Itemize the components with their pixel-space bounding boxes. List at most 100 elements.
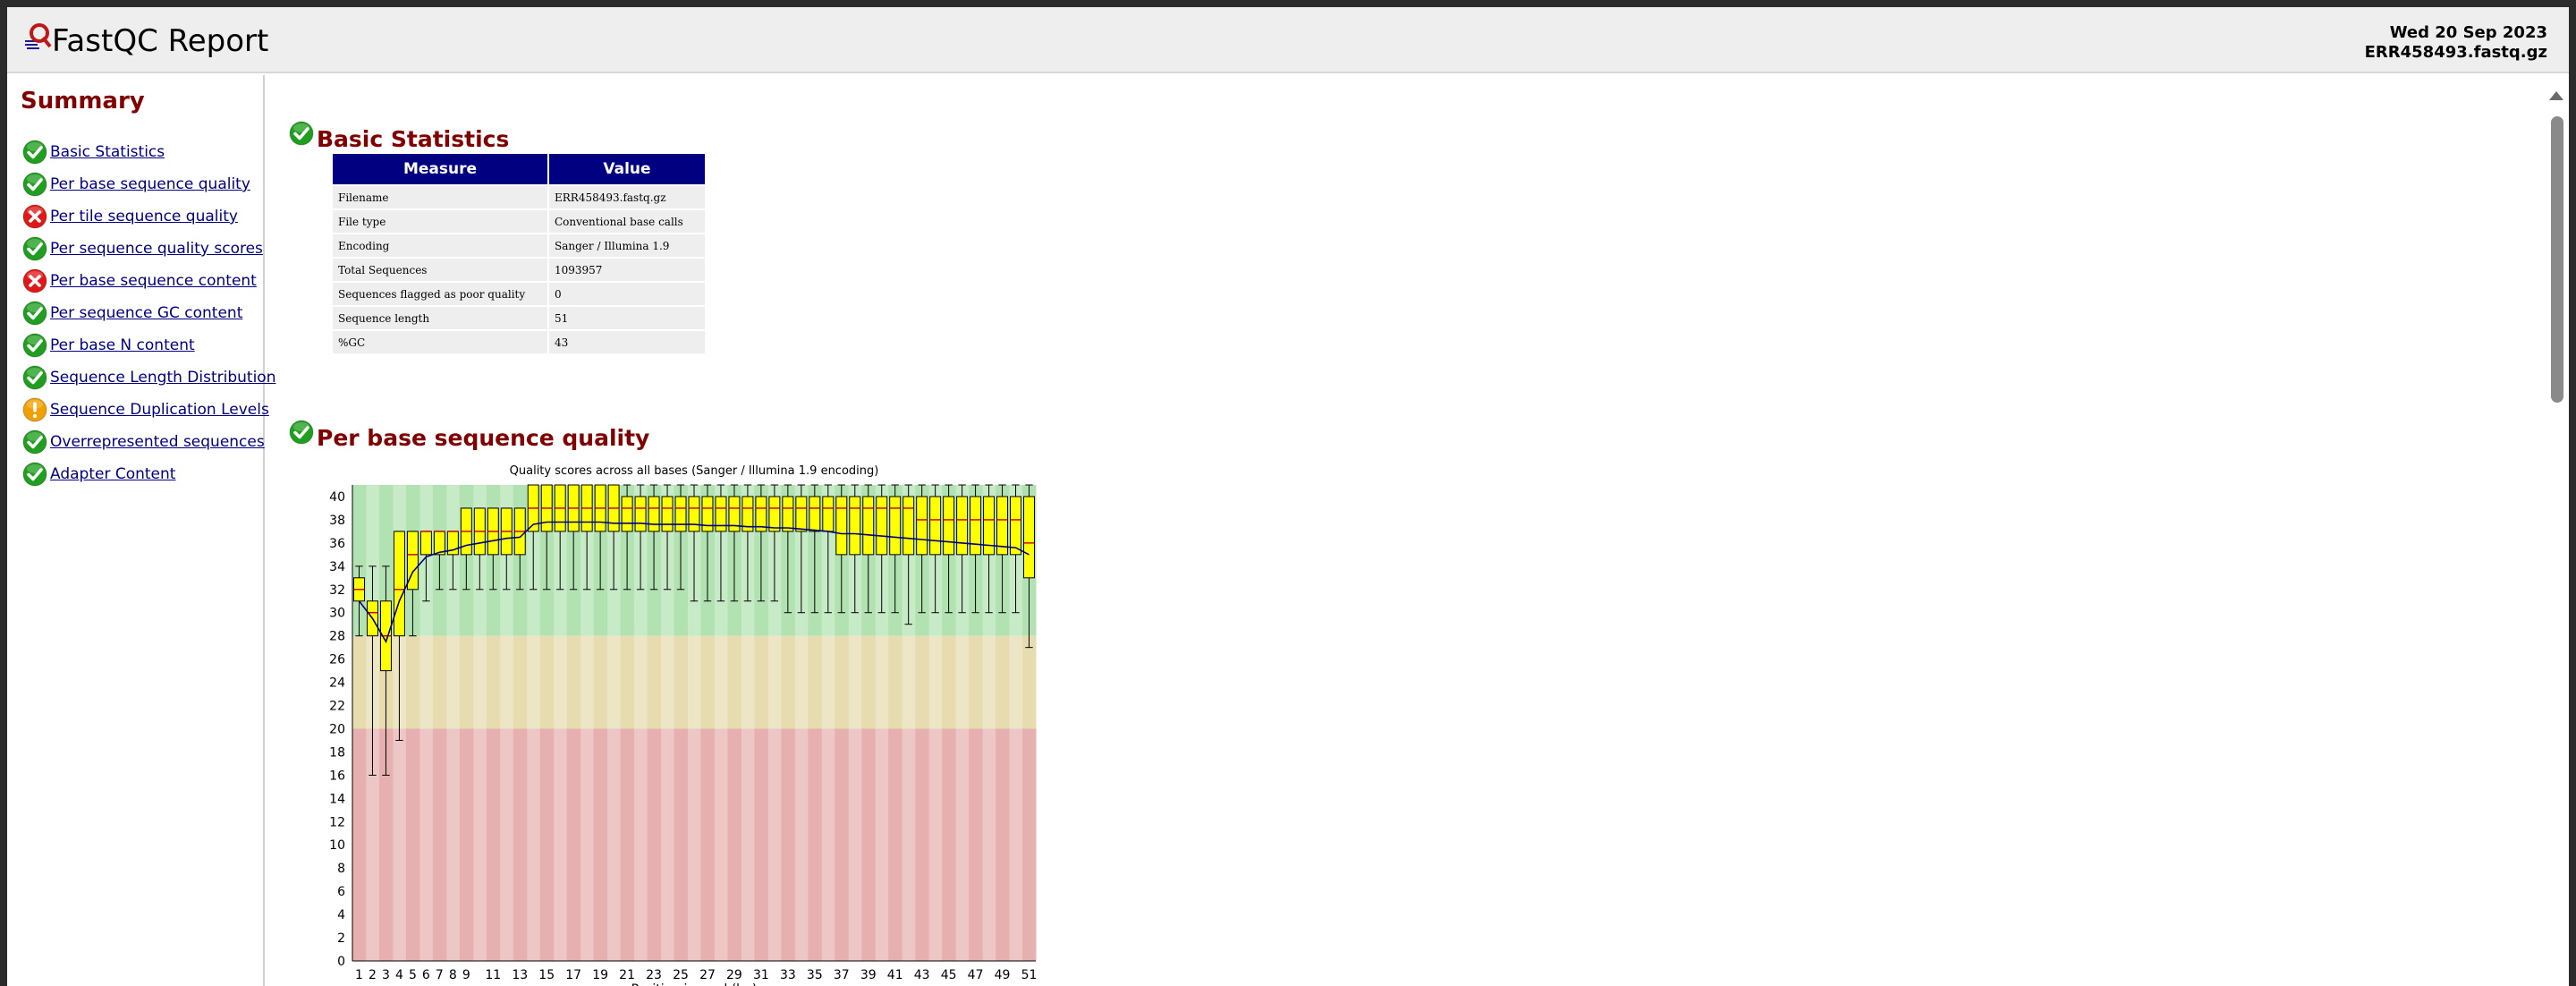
quality-zone-acceptable [727,635,741,729]
quality-zone-acceptable [848,635,862,729]
quality-zone-acceptable [432,635,447,729]
box-iqr [876,496,888,556]
quality-zone-acceptable [647,635,662,729]
quality-zone-poor [472,728,487,961]
quality-zone-acceptable [553,635,568,729]
x-tick-label: 39 [860,968,877,982]
quality-zone-poor [620,728,635,961]
x-tick-label: 13 [512,968,528,982]
y-tick-label: 30 [329,607,345,621]
check-circle-icon [21,332,48,359]
quality-zone-acceptable [459,635,474,729]
check-circle-icon [21,300,48,327]
y-tick-label: 6 [337,885,345,899]
quality-zone-acceptable [472,635,487,729]
scroll-up-arrow-icon[interactable] [2549,91,2563,100]
quality-zone-poor [942,728,956,961]
quality-zone-acceptable [794,635,809,729]
box-iqr [621,496,633,532]
report-main: Basic Statistics Measure Value Filename E… [267,75,2544,986]
summary-title: Summary [21,88,145,115]
quality-zone-acceptable [888,635,902,729]
y-tick-label: 32 [329,583,345,598]
module-link[interactable]: Per sequence GC content [50,304,242,322]
module-link[interactable]: Overrepresented sequences [50,433,265,451]
box-iqr [809,496,821,532]
vertical-scrollbar[interactable] [2544,75,2569,986]
quality-zone-acceptable [808,635,822,729]
y-tick-label: 0 [337,955,345,969]
basic-statistics-title: Basic Statistics [317,125,510,152]
module-link[interactable]: Per base N content [50,336,195,354]
box-iqr [795,496,808,532]
box-iqr [849,496,861,556]
quality-zone-poor [727,728,741,961]
y-tick-label: 34 [329,560,345,574]
x-tick-label: 51 [1021,968,1038,982]
quality-zone-poor [915,728,929,961]
module-item: Sequence Duplication Levels [21,394,275,426]
quality-zone-poor [861,728,876,961]
box-iqr [902,496,915,556]
check-circle-icon [21,429,48,455]
module-link[interactable]: Per tile sequence quality [50,208,238,225]
y-tick-label: 18 [329,745,345,760]
scroll-thumb[interactable] [2551,116,2563,403]
module-item: Per sequence GC content [21,297,275,329]
quality-zone-poor [687,728,701,961]
x-tick-label: 9 [462,968,470,982]
quality-zone-poor [486,728,501,961]
summary-sidebar: Summary Basic Statistics Per base sequenc… [7,75,275,986]
x-tick-label: 3 [382,968,390,982]
box-iqr [835,496,848,556]
quality-zone-acceptable [754,635,768,729]
quality-zone-acceptable [942,635,956,729]
value-cell: 51 [549,307,705,329]
value-cell: Sanger / Illumina 1.9 [549,234,705,257]
x-axis-label: Position in read (bp) [631,982,758,986]
x-tick-label: 5 [409,968,417,982]
y-tick-label: 28 [329,630,345,644]
module-link[interactable]: Adapter Content [50,465,175,483]
y-tick-label: 20 [329,722,345,736]
module-link[interactable]: Sequence Duplication Levels [50,401,269,419]
quality-zone-acceptable [781,635,795,729]
module-link[interactable]: Sequence Length Distribution [50,369,275,387]
quality-zone-acceptable [352,635,367,729]
quality-zone-poor [767,728,782,961]
quality-zone-poor [982,728,996,961]
y-tick-label: 26 [329,653,345,667]
basic-statistics-table: Measure Value Filename ERR458493.fastq.gz… [331,152,707,355]
value-cell: 43 [549,331,705,353]
x-tick-label: 6 [422,968,430,982]
box-iqr [648,496,660,532]
check-circle-icon [21,139,48,166]
y-tick-label: 38 [329,514,345,528]
table-row: %GC 43 [333,331,705,353]
quality-zone-acceptable [1022,635,1037,729]
value-cell: 1093957 [549,259,705,281]
module-item: Per sequence quality scores [21,233,275,265]
box-iqr [889,496,902,556]
check-circle-icon [21,171,48,198]
quality-zone-acceptable [955,635,970,729]
module-link[interactable]: Basic Statistics [50,143,165,161]
quality-zone-poor [660,728,675,961]
box-iqr [768,496,781,532]
per-base-quality-title: Per base sequence quality [317,424,650,451]
x-tick-label: 33 [780,968,796,982]
x-tick-label: 35 [807,968,823,982]
module-link[interactable]: Per base sequence content [50,272,257,290]
box-iqr [688,496,700,532]
module-link[interactable]: Per sequence quality scores [50,240,263,258]
box-iqr [822,496,835,532]
y-tick-label: 16 [329,769,345,783]
measure-cell: Encoding [333,234,547,257]
module-item: Per tile sequence quality [21,200,275,233]
cross-circle-icon [21,268,48,294]
quality-zone-acceptable [674,635,689,729]
module-link[interactable]: Per base sequence quality [50,175,250,193]
box-iqr [393,531,405,637]
value-cell: Conventional base calls [549,210,705,233]
quality-zone-poor [459,728,474,961]
